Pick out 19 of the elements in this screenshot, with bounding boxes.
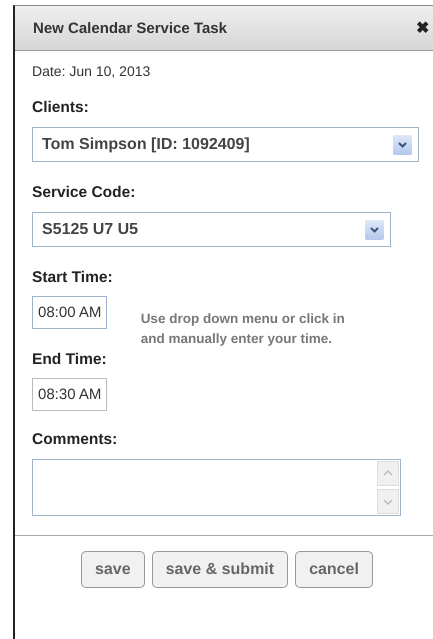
- clients-dropdown[interactable]: Tom Simpson [ID: 1092409]: [32, 127, 419, 162]
- field-label: Service Code:: [32, 184, 136, 202]
- field-label: Comments:: [32, 431, 118, 449]
- end-time-field[interactable]: 08:30 AM: [32, 378, 108, 411]
- scroll-down-icon[interactable]: [377, 489, 399, 514]
- close-button[interactable]: ✖: [416, 18, 429, 38]
- field-label: Clients:: [32, 99, 89, 117]
- start-time-field[interactable]: 08:00 AM: [32, 296, 108, 329]
- save-button[interactable]: save: [81, 551, 145, 588]
- help-text: Use drop down menu or click in and manually enter your time.: [140, 310, 346, 348]
- field-label: Start Time:: [32, 269, 113, 287]
- dialog-title: New Calendar Service Task: [33, 20, 227, 36]
- date-text: Date: Jun 10, 2013: [32, 63, 150, 79]
- cancel-button[interactable]: cancel: [295, 551, 373, 588]
- comments-field[interactable]: [32, 459, 401, 516]
- scroll-up-icon[interactable]: [377, 461, 399, 486]
- service-code-dropdown[interactable]: S5125 U7 U5: [32, 212, 391, 247]
- save-submit-button[interactable]: save & submit: [152, 551, 288, 588]
- field-label: End Time:: [32, 351, 107, 369]
